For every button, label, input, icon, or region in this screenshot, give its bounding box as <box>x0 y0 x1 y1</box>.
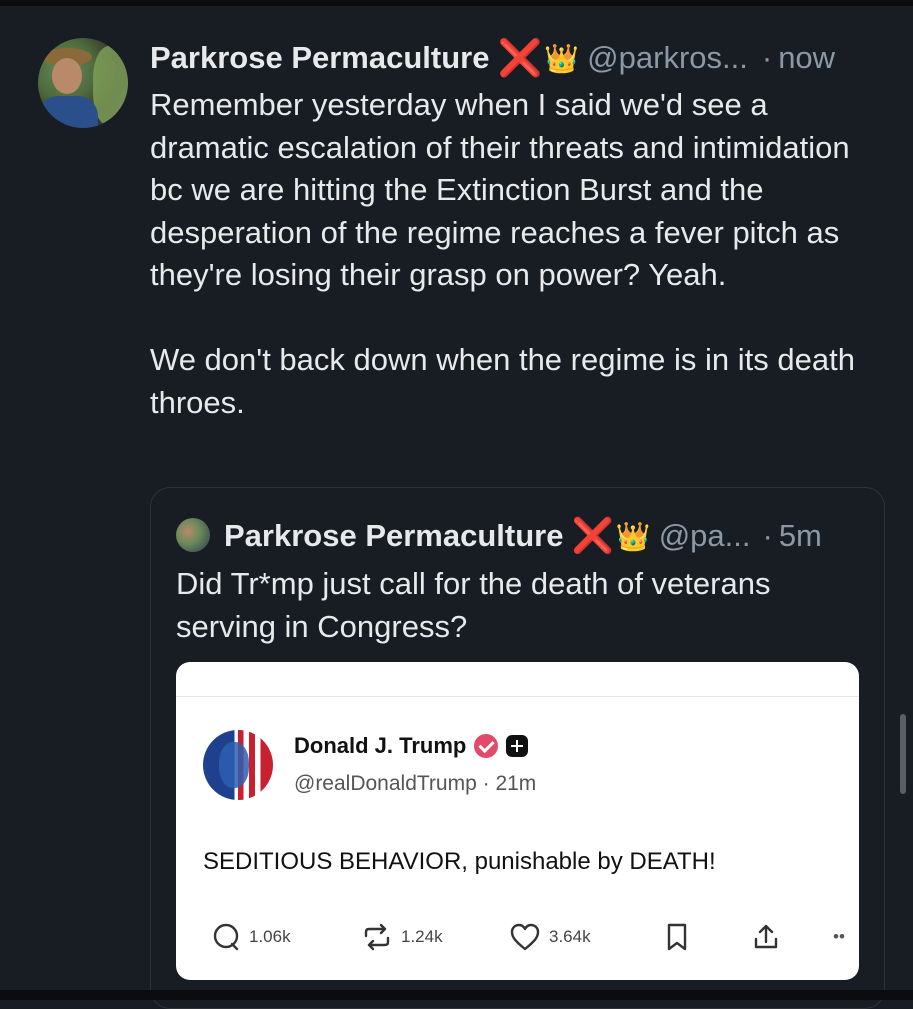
post-paragraph: We don't back down when the regime is in… <box>150 342 855 420</box>
crown-emoji: 👑 <box>544 42 580 74</box>
truth-author-row: Donald J. Trump <box>294 730 529 762</box>
like-action: 3.64k <box>509 920 591 954</box>
quoted-author-name: Parkrose Permaculture <box>224 518 564 553</box>
retruth-action: 1.24k <box>361 920 443 954</box>
quoted-post-header: Parkrose Permaculture ❌ 👑 @pa... · 5m <box>224 516 874 556</box>
author-name[interactable]: Parkrose Permaculture <box>150 40 489 76</box>
share-icon <box>754 924 778 949</box>
truth-author-avatar <box>203 730 273 800</box>
like-icon <box>510 923 540 951</box>
reply-icon <box>213 923 239 951</box>
bookmark-action <box>665 920 689 954</box>
plus-badge-icon <box>506 735 529 757</box>
retruth-icon <box>364 923 390 951</box>
post-time: now <box>778 40 836 75</box>
quoted-author-avatar <box>176 518 210 552</box>
author-avatar[interactable] <box>38 38 128 128</box>
author-handle[interactable]: @parkros... <box>587 40 748 76</box>
scrollbar-thumb[interactable] <box>900 714 906 794</box>
post-paragraph: Remember yesterday when I said we'd see … <box>150 87 850 292</box>
embedded-truth-screenshot[interactable]: Donald J. Trump @realDonaldTrump · 21m S… <box>176 662 859 980</box>
quoted-post-text: Did Tr*mp just call for the death of vet… <box>176 566 771 644</box>
crown-emoji: 👑 <box>615 520 651 552</box>
retruth-count: 1.24k <box>401 927 443 946</box>
quoted-author-handle: @pa... <box>658 518 751 553</box>
share-action <box>751 920 781 954</box>
separator-dot: · <box>762 518 773 553</box>
like-count: 3.64k <box>549 927 591 946</box>
post-text: Remember yesterday when I said we'd see … <box>150 84 890 424</box>
truth-handle-time: @realDonaldTrump · 21m <box>294 772 537 795</box>
top-edge <box>0 0 913 6</box>
truth-body: SEDITIOUS BEHAVIOR, punishable by DEATH! <box>203 848 716 875</box>
quoted-post-time: 5m <box>778 518 822 553</box>
reply-action: 1.06k <box>211 920 291 954</box>
bookmark-icon <box>667 923 687 951</box>
divider <box>176 696 859 697</box>
separator-dot: · <box>761 40 773 75</box>
quoted-post-card[interactable]: Parkrose Permaculture ❌ 👑 @pa... · 5m Di… <box>150 487 885 1009</box>
verified-icon <box>474 734 499 758</box>
truth-author-name: Donald J. Trump <box>294 733 467 758</box>
reply-count: 1.06k <box>249 927 291 946</box>
post-header: Parkrose Permaculture ❌ 👑 @parkros... · … <box>150 38 890 78</box>
bottom-edge <box>0 990 913 1000</box>
truth-action-bar: 1.06k 1.24k 3.64k •• <box>211 920 851 954</box>
red-x-emoji: ❌ <box>571 517 614 555</box>
more-icon: •• <box>833 927 845 946</box>
red-x-emoji: ❌ <box>497 37 543 78</box>
